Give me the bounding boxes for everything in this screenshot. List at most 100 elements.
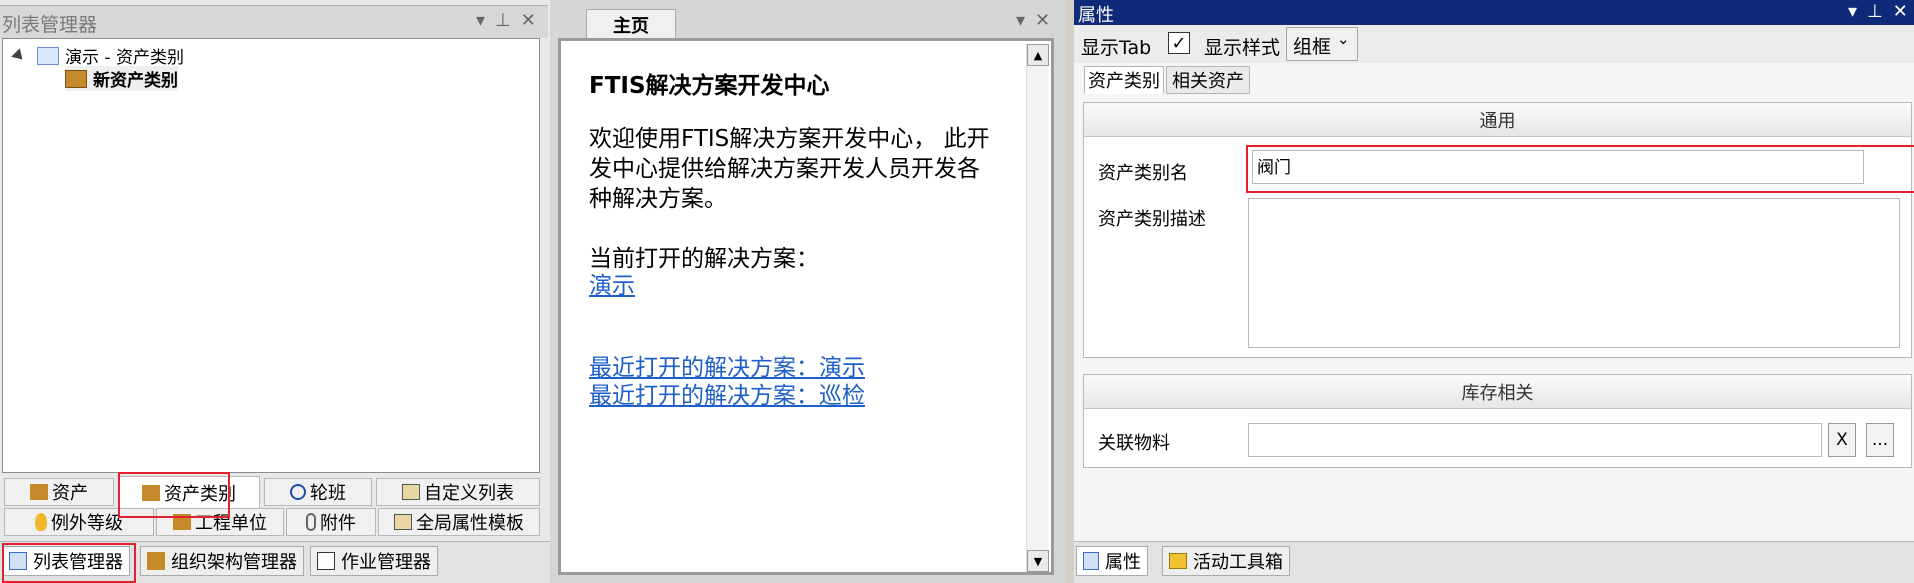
left-bottom-tabbar: 列表管理器 组织架构管理器 作业管理器 <box>0 541 550 583</box>
tab-label: 相关资产 <box>1172 71 1244 92</box>
template-icon <box>394 514 412 530</box>
recent-solution-link[interactable]: 最近打开的解决方案：巡检 <box>589 381 865 411</box>
home-heading: FTIS解决方案开发中心 <box>589 73 830 99</box>
close-icon[interactable]: ✕ <box>521 10 536 31</box>
collapse-icon[interactable] <box>11 47 27 64</box>
tab-label: 组织架构管理器 <box>171 552 297 573</box>
tab-label: 自定义列表 <box>424 483 514 504</box>
properties-toolbar: 显示Tab ✓ 显示样式 组框 ⌄ <box>1074 25 1914 63</box>
tree-view[interactable]: 演示 - 资产类别 新资产类别 <box>2 38 540 473</box>
bottom-tab-properties[interactable]: 属性 <box>1076 546 1148 576</box>
dropdown-icon[interactable]: ▾ <box>1848 1 1857 22</box>
tab-related-assets[interactable]: 相关资产 <box>1166 66 1250 94</box>
asset-category-icon <box>142 485 160 501</box>
home-content: FTIS解决方案开发中心 欢迎使用FTIS解决方案开发中心， 此开 发中心提供给… <box>558 38 1054 575</box>
pin-icon[interactable]: ⊥ <box>1867 1 1883 22</box>
material-label: 关联物料 <box>1098 433 1170 454</box>
recent-solution-link[interactable]: 最近打开的解决方案：演示 <box>589 353 865 383</box>
bottom-tab-activity-toolbox[interactable]: 活动工具箱 <box>1162 546 1290 576</box>
tab-shift[interactable]: 轮班 <box>264 478 372 506</box>
clock-icon <box>290 484 306 500</box>
properties-panel: 属性 ▾ ⊥ ✕ 显示Tab ✓ 显示样式 组框 ⌄ 资产类别 相关资产 通用 … <box>1074 0 1914 583</box>
gear-folder-icon <box>37 46 59 65</box>
tab-label: 附件 <box>320 513 356 534</box>
close-icon[interactable]: ✕ <box>1035 10 1050 31</box>
name-label: 资产类别名 <box>1098 163 1188 184</box>
general-group: 通用 资产类别名 阀门 资产类别描述 <box>1083 102 1912 358</box>
clear-button[interactable]: X <box>1828 423 1856 457</box>
tab-exception-level[interactable]: 例外等级 <box>4 508 154 536</box>
tree-root[interactable]: 演示 - 资产类别 <box>11 43 184 68</box>
tab-engineering-unit[interactable]: 工程单位 <box>156 508 284 536</box>
tab-label: 主页 <box>613 15 649 37</box>
welcome-line: 种解决方案。 <box>589 186 727 212</box>
asset-stack-icon <box>65 69 87 88</box>
current-solution-label: 当前打开的解决方案： <box>589 246 819 272</box>
welcome-line: 发中心提供给解决方案开发人员开发各 <box>589 156 980 182</box>
tree-child-label: 新资产类别 <box>93 71 178 91</box>
list-icon <box>402 484 420 500</box>
show-style-label: 显示样式 <box>1204 37 1281 59</box>
browse-button[interactable]: ... <box>1866 423 1894 457</box>
group-header: 通用 <box>1084 103 1911 137</box>
tab-attachment[interactable]: 附件 <box>286 508 376 536</box>
scroll-down-icon[interactable]: ▼ <box>1027 550 1049 572</box>
style-select[interactable]: 组框 ⌄ <box>1286 27 1358 61</box>
tree-root-label: 演示 - 资产类别 <box>65 48 184 68</box>
style-select-value: 组框 <box>1293 36 1332 58</box>
tab-global-attribute-template[interactable]: 全局属性模板 <box>378 508 540 536</box>
tab-label: 例外等级 <box>51 513 123 534</box>
description-textarea[interactable] <box>1248 198 1900 348</box>
list-manager-icon <box>9 552 27 570</box>
chevron-down-icon: ⌄ <box>1337 30 1350 48</box>
close-icon[interactable]: ✕ <box>1893 1 1908 22</box>
tab-label: 列表管理器 <box>33 552 123 573</box>
group-header: 库存相关 <box>1084 375 1911 409</box>
org-icon <box>147 552 165 570</box>
panel-titlebar: 列表管理器 ▾ ⊥ ✕ <box>0 5 548 38</box>
name-input[interactable]: 阀门 <box>1252 150 1864 184</box>
toolbox-icon <box>1169 553 1187 569</box>
show-tab-checkbox[interactable]: ✓ <box>1168 32 1190 54</box>
ruler-icon <box>173 514 191 530</box>
bottom-tab-org-manager[interactable]: 组织架构管理器 <box>140 546 304 576</box>
tab-label: 轮班 <box>310 483 346 504</box>
tab-label: 作业管理器 <box>341 552 431 573</box>
tab-label: 全局属性模板 <box>416 513 524 534</box>
current-solution-link[interactable]: 演示 <box>589 271 635 301</box>
list-manager-panel: 列表管理器 ▾ ⊥ ✕ 演示 - 资产类别 新资产类别 资产 资产类别 轮班 自… <box>0 0 550 583</box>
bottom-tab-list-manager[interactable]: 列表管理器 <box>2 546 130 576</box>
tab-label: 资产类别 <box>1088 71 1160 92</box>
panel-title: 列表管理器 <box>2 14 98 36</box>
tab-label: 资产 <box>52 483 88 504</box>
tree-child-selected[interactable]: 新资产类别 <box>65 66 178 91</box>
home-panel: 主页 ▾ ✕ FTIS解决方案开发中心 欢迎使用FTIS解决方案开发中心， 此开… <box>550 0 1066 583</box>
dropdown-icon[interactable]: ▾ <box>476 10 485 31</box>
tab-home[interactable]: 主页 <box>586 9 676 39</box>
properties-icon <box>1083 552 1099 570</box>
tab-custom-list[interactable]: 自定义列表 <box>376 478 540 506</box>
right-bottom-tabbar: 属性 活动工具箱 <box>1074 541 1914 583</box>
dropdown-icon[interactable]: ▾ <box>1016 10 1025 31</box>
tab-asset[interactable]: 资产 <box>4 478 114 506</box>
pin-icon[interactable]: ⊥ <box>495 10 511 31</box>
lightbulb-icon <box>35 513 47 531</box>
panel-titlebar: 属性 ▾ ⊥ ✕ <box>1074 0 1914 26</box>
vertical-scrollbar[interactable]: ▲ ▼ <box>1026 44 1049 572</box>
asset-icon <box>30 484 48 500</box>
tab-asset-category[interactable]: 资产类别 <box>1084 66 1164 94</box>
bottom-tab-job-manager[interactable]: 作业管理器 <box>310 546 438 576</box>
show-tab-label: 显示Tab <box>1081 37 1152 59</box>
tab-label: 资产类别 <box>164 484 236 505</box>
material-input[interactable] <box>1248 423 1822 457</box>
tab-label: 属性 <box>1105 552 1141 573</box>
paperclip-icon <box>306 513 316 531</box>
tab-asset-category[interactable]: 资产类别 <box>118 476 260 510</box>
panel-title: 属性 <box>1078 5 1114 26</box>
tab-label: 工程单位 <box>195 513 267 534</box>
job-icon <box>317 552 335 570</box>
scroll-up-icon[interactable]: ▲ <box>1027 44 1049 66</box>
inventory-group: 库存相关 关联物料 X ... <box>1083 374 1912 468</box>
tab-label: 活动工具箱 <box>1193 552 1283 573</box>
welcome-line: 欢迎使用FTIS解决方案开发中心， 此开 <box>589 126 990 152</box>
